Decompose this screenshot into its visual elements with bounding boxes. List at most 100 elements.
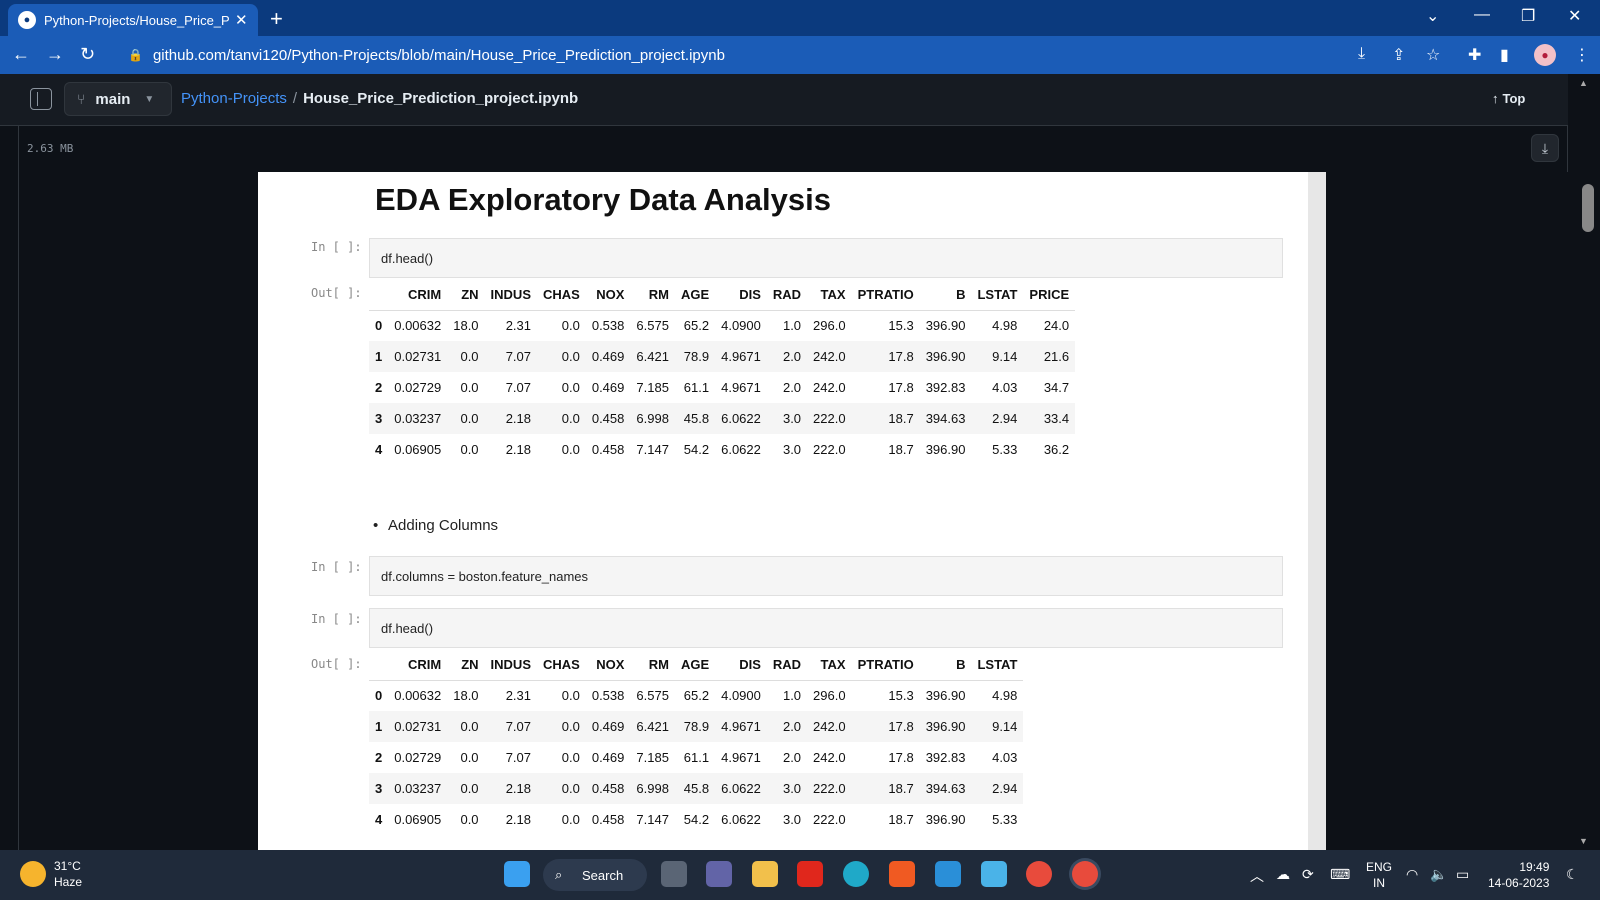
table-cell: 4.9671 — [721, 380, 761, 395]
table-cell: 396.90 — [925, 442, 966, 457]
taskbar-search[interactable]: ⌕ Search — [543, 859, 647, 891]
notifications-icon[interactable]: ☾ — [1566, 866, 1579, 883]
column-header: DIS — [715, 280, 767, 311]
table-cell: 0.0 — [447, 341, 485, 372]
tray-overflow-icon[interactable]: ︿ — [1250, 866, 1264, 886]
scrollbar-thumb[interactable] — [1582, 184, 1594, 232]
table-cell: 4.0900 — [721, 318, 761, 334]
close-tab-icon[interactable]: ✕ — [235, 11, 248, 29]
chrome-icon[interactable] — [1026, 861, 1052, 887]
table-cell: 6.998 — [630, 773, 675, 804]
onedrive-icon[interactable]: ☁ — [1276, 866, 1290, 883]
row-index: 0 — [375, 688, 383, 704]
table-cell: 15.3 — [888, 318, 914, 334]
table-cell: 3.0 — [766, 403, 808, 434]
address-bar[interactable]: 🔒 github.com/tanvi120/Python-Projects/bl… — [118, 40, 1358, 70]
sidepanel-icon[interactable]: ▮ — [1500, 45, 1509, 65]
weather-widget[interactable]: 31°C Haze — [20, 858, 82, 890]
table-cell: 4.98 — [992, 318, 1018, 334]
table-cell: 296.0 — [813, 318, 846, 334]
task-view-icon[interactable] — [661, 861, 687, 887]
column-header: RAD — [766, 650, 808, 681]
sidebar-toggle-icon[interactable] — [30, 88, 52, 110]
table-cell: 0.469 — [591, 380, 625, 395]
minimize-icon[interactable]: — — [1474, 6, 1490, 24]
table-cell: 0.0 — [460, 750, 479, 765]
keyboard-icon[interactable]: ⌨ — [1330, 866, 1350, 883]
table-cell: 9.14 — [971, 711, 1024, 742]
table-cell: 17.8 — [851, 711, 920, 742]
table-cell: 2.0 — [782, 380, 802, 395]
table-cell: 18.0 — [453, 318, 479, 334]
in-prompt: In [ ]: — [311, 560, 362, 574]
table-cell: 0.0 — [460, 442, 479, 457]
table-cell: 392.83 — [925, 380, 966, 395]
battery-icon[interactable]: ▭ — [1456, 866, 1469, 883]
table-cell: 0.0 — [561, 442, 580, 457]
table-cell: 0.0 — [537, 341, 586, 372]
restore-icon[interactable]: ❐ — [1521, 6, 1535, 26]
youtube-icon[interactable] — [797, 861, 823, 887]
install-icon[interactable]: ⤓ — [1358, 45, 1365, 63]
browser-toolbar: ← → ↻ 🔒 github.com/tanvi120/Python-Proje… — [0, 36, 1600, 74]
page-scrollbar[interactable]: ▲ ▼ — [1568, 74, 1600, 850]
table-cell: 1.0 — [782, 688, 802, 704]
table-cell: 0.0 — [447, 773, 485, 804]
start-windows-icon[interactable] — [504, 861, 530, 887]
scroll-down-icon[interactable]: ▼ — [1579, 836, 1588, 846]
table-cell: 0.00632 — [394, 688, 442, 704]
chrome-active-icon[interactable] — [1072, 861, 1098, 887]
edge-icon[interactable] — [843, 861, 869, 887]
sync-icon[interactable]: ⟳ — [1302, 866, 1314, 883]
table-cell: 6.0622 — [715, 773, 767, 804]
tab-search-icon[interactable]: ⌄ — [1426, 6, 1439, 26]
table-cell: 0.469 — [591, 750, 625, 765]
column-header: ZN — [447, 650, 485, 681]
top-button[interactable]: ↑ Top — [1492, 91, 1525, 106]
new-tab-icon[interactable]: + — [270, 6, 283, 32]
table-cell: 18.7 — [888, 442, 914, 457]
volume-icon[interactable]: 🔈 — [1430, 866, 1447, 883]
table-cell: 0.02731 — [388, 711, 448, 742]
download-icon[interactable]: ⤓ — [1531, 134, 1559, 162]
table-header-row: CRIM ZN INDUS CHAS NOX RM AGE DIS RAD TAX PTRATIO B… — [369, 650, 1024, 681]
scroll-up-icon[interactable]: ▲ — [1579, 78, 1588, 88]
photos-icon[interactable] — [981, 861, 1007, 887]
table-cell: 2.94 — [971, 773, 1024, 804]
brave-icon[interactable] — [889, 861, 915, 887]
browser-tab[interactable]: ● Python-Projects/House_Price_Pre ✕ — [8, 4, 258, 36]
table-cell: 0.469 — [585, 341, 631, 372]
branch-selector[interactable]: ⑂ main ▼ — [64, 82, 172, 116]
table-cell: 78.9 — [674, 341, 716, 372]
code-cell[interactable]: df.head() — [369, 608, 1283, 648]
table-cell: 17.8 — [888, 750, 914, 765]
back-icon[interactable]: ← — [12, 44, 30, 65]
notebook-render: EDA Exploratory Data Analysis In [ ]: df… — [258, 172, 1326, 850]
profile-avatar[interactable]: ● — [1534, 44, 1556, 66]
wifi-icon[interactable]: ◠ — [1406, 866, 1418, 883]
column-header: AGE — [674, 280, 716, 311]
bookmark-star-icon[interactable]: ☆ — [1426, 45, 1440, 65]
extensions-icon[interactable]: ✚ — [1468, 45, 1481, 65]
language-indicator[interactable]: ENG IN — [1366, 859, 1392, 891]
table-cell: 3.0 — [766, 773, 808, 804]
weather-temperature: 31°C — [54, 859, 81, 873]
file-explorer-icon[interactable] — [752, 861, 778, 887]
breadcrumb-repo-link[interactable]: Python-Projects — [181, 90, 287, 107]
column-header: RM — [630, 650, 675, 681]
teams-icon[interactable] — [706, 861, 732, 887]
row-index: 0 — [375, 318, 383, 334]
clock[interactable]: 19:49 14-06-2023 — [1488, 859, 1549, 891]
code-cell[interactable]: df.head() — [369, 238, 1283, 278]
branch-name: main — [95, 90, 131, 108]
search-label: Search — [582, 867, 624, 883]
forward-icon[interactable]: → — [46, 44, 64, 65]
table-cell: 5.33 — [992, 812, 1018, 827]
vscode-icon[interactable] — [935, 861, 961, 887]
close-window-icon[interactable]: ✕ — [1568, 6, 1581, 26]
code-cell[interactable]: df.columns = boston.feature_names — [369, 556, 1283, 596]
menu-kebab-icon[interactable]: ⋮ — [1574, 45, 1590, 65]
share-icon[interactable]: ⇪ — [1392, 45, 1405, 65]
column-header: DIS — [715, 650, 767, 681]
reload-icon[interactable]: ↻ — [80, 44, 95, 65]
